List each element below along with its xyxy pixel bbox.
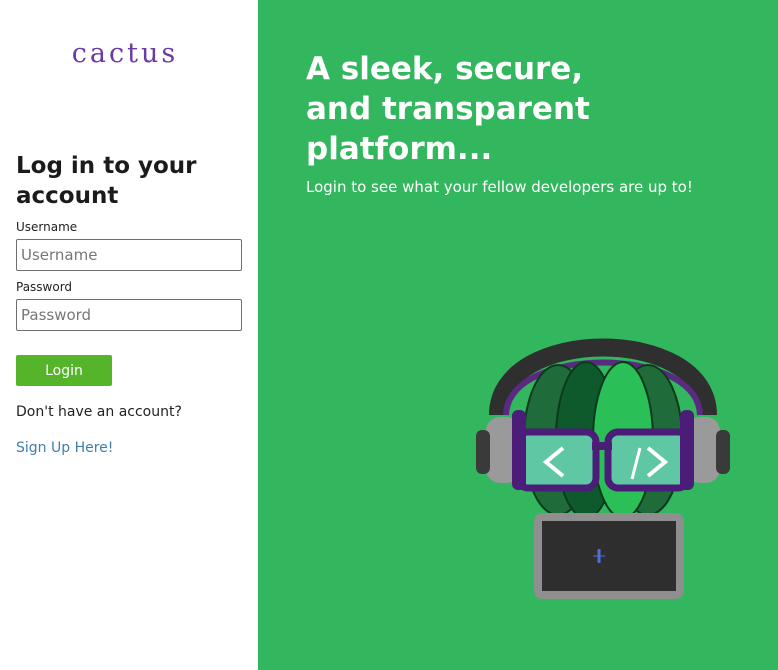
hero-headline-line: and transparent (306, 91, 590, 127)
hero-headline: A sleek, secure, and transparent platfor… (306, 49, 646, 169)
hero-tagline: Login to see what your fellow developers… (306, 178, 693, 196)
username-label: Username (16, 220, 78, 234)
login-button[interactable]: Login (16, 355, 112, 386)
password-label: Password (16, 280, 73, 294)
signup-link[interactable]: Sign Up Here! (16, 440, 113, 456)
password-input[interactable] (16, 299, 242, 331)
brand-logo[interactable]: cactus (0, 38, 250, 69)
no-account-text: Don't have an account? (16, 404, 182, 420)
username-input[interactable] (16, 239, 242, 271)
hero-panel: A sleek, secure, and transparent platfor… (258, 0, 778, 670)
login-page: cactus Log in to your account Username P… (0, 0, 778, 670)
laptop-icon (534, 513, 684, 599)
login-panel: cactus Log in to your account Username P… (0, 0, 258, 670)
login-title: Log in to your account (16, 153, 197, 209)
hero-headline-line: platform... (306, 131, 493, 167)
cactus-mascot-icon (476, 338, 730, 599)
hero-headline-line: A sleek, secure, (306, 51, 584, 87)
